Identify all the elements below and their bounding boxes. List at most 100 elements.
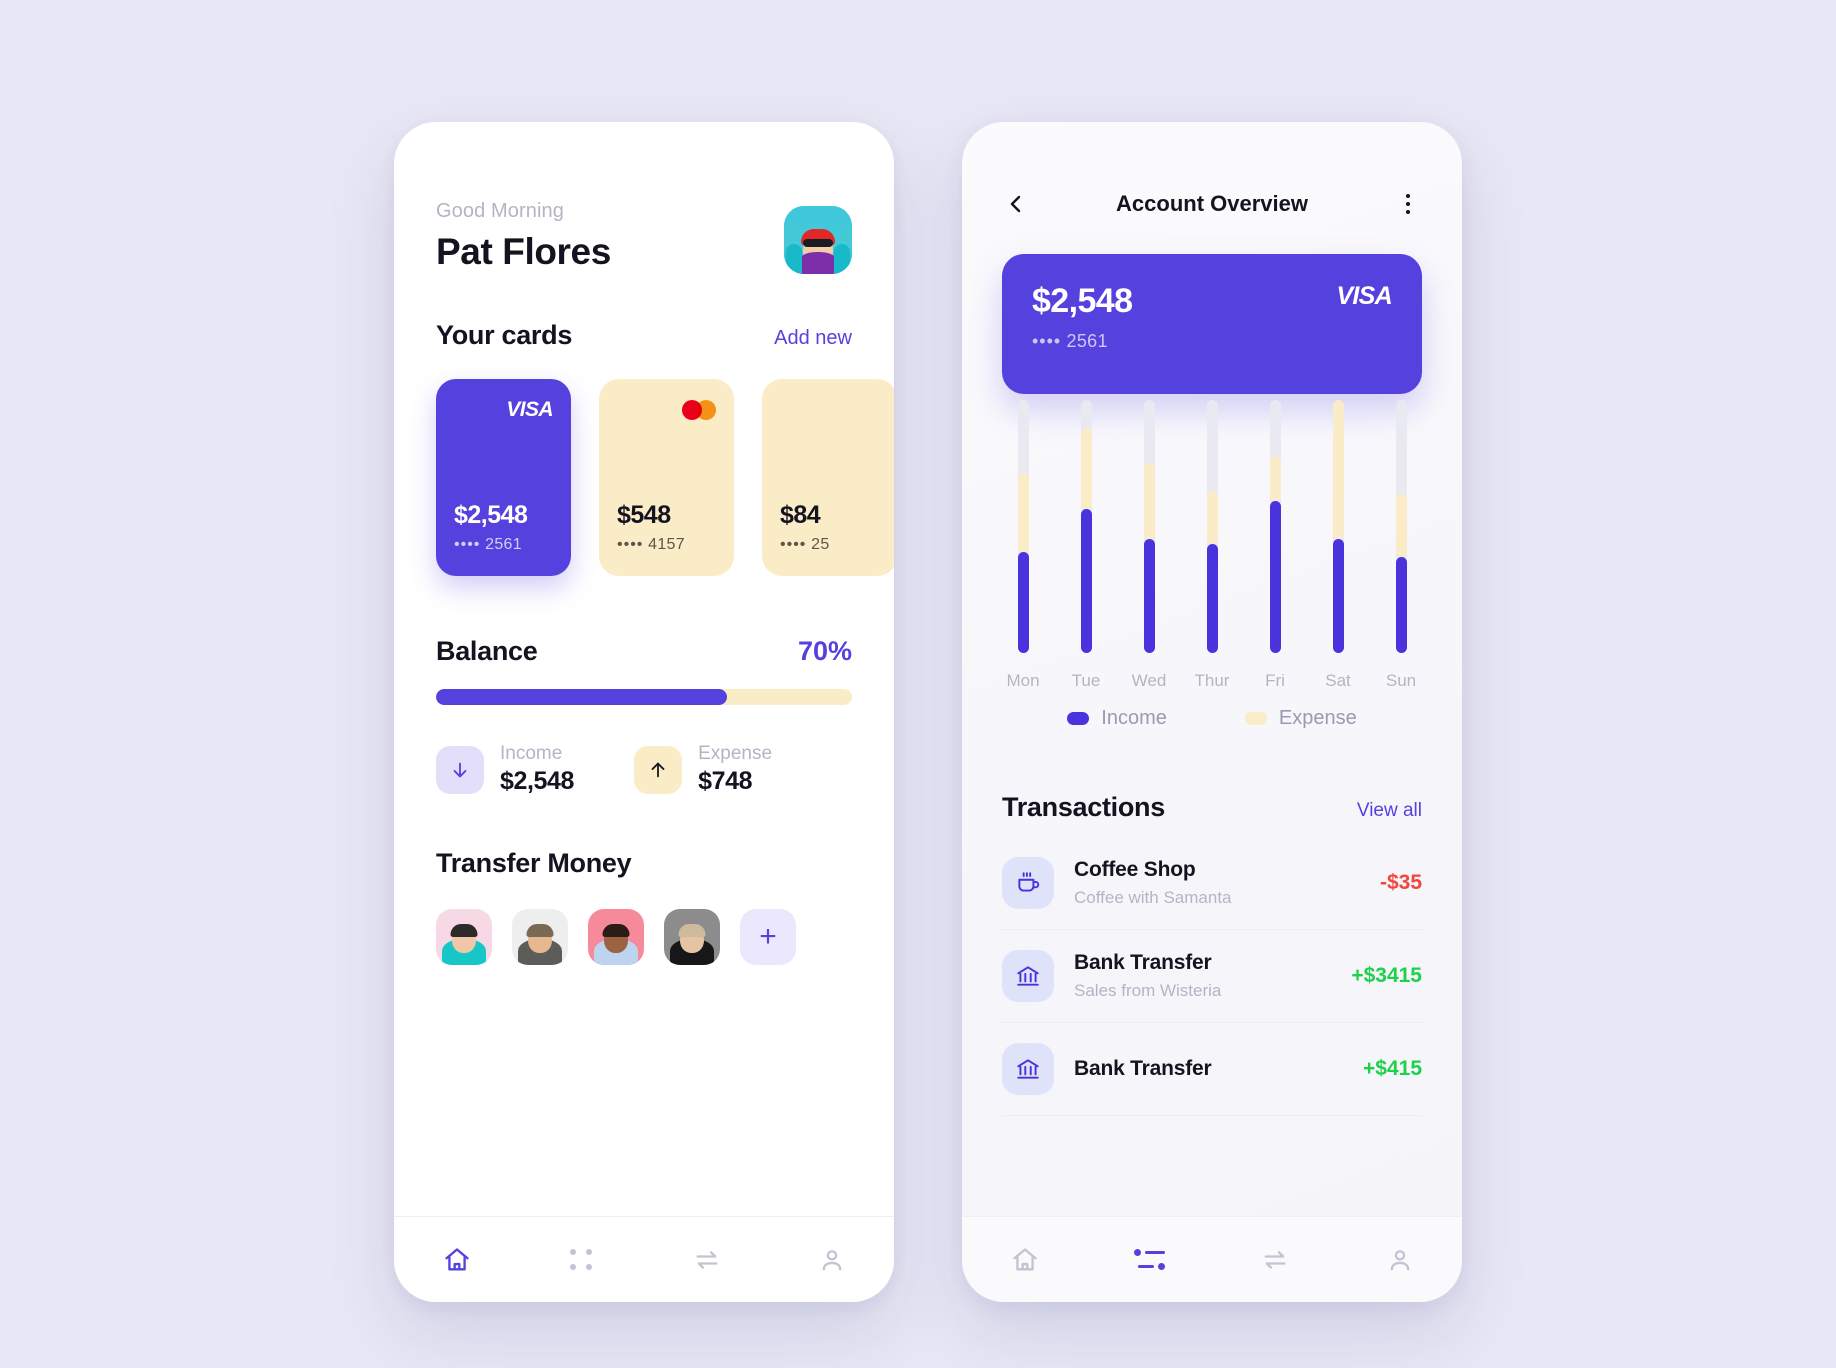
chart-bar-income [1080,508,1092,653]
back-button[interactable] [1002,190,1030,218]
expense-text: Expense $748 [698,743,772,796]
transaction-amount: -$35 [1379,871,1422,894]
account-balance-card[interactable]: $2,548 VISA •••• 2561 [1002,254,1422,394]
transaction-row[interactable]: Bank Transfer +$415 [1002,1023,1422,1116]
arrow-up-icon [634,745,683,794]
page-title: Account Overview [1116,191,1308,216]
income-block: Income $2,548 [436,743,574,796]
card-last4: 4157 [648,536,685,553]
add-contact-button[interactable]: + [740,909,796,965]
transactions-header: Transactions View all [1002,792,1422,823]
home-padding-lower: Balance 70% Income $2,548 Expense $748 T… [394,636,894,965]
nav-transfer-icon[interactable] [679,1237,735,1283]
card-item-mastercard[interactable]: $548 •••• 4157 [599,379,734,576]
chart-bar-expense [1269,455,1281,502]
contact-avatar[interactable] [436,909,492,965]
contact-avatar[interactable] [664,909,720,965]
transfer-contacts-row[interactable]: + [436,909,852,965]
chart-bar-column: Tue [1065,400,1107,691]
chart-bar-expense [1332,400,1344,540]
account-card-row: $2,548 VISA [1032,282,1393,321]
card-dots: •••• [454,536,481,553]
card-last4: 2561 [485,536,522,553]
card-brand-row: VISA [454,398,553,421]
avatar[interactable] [784,206,852,274]
greeting-row: Good Morning Pat Flores [436,122,852,274]
chart-bar-income [1143,539,1155,653]
chart-bar-label: Mon [1006,671,1040,690]
bank-icon [1002,1043,1054,1095]
stats-icon [1134,1249,1165,1270]
expense-value: $748 [698,767,753,795]
visa-logo: VISA [506,398,553,421]
bottom-nav-overview[interactable] [962,1216,1462,1302]
card-brand-row [780,399,879,421]
balance-title: Balance [436,636,538,666]
card-dots: •••• [780,536,807,553]
chart-bar-expense [1017,473,1029,552]
nav-transfer-icon[interactable] [1247,1237,1303,1283]
card-item-visa[interactable]: VISA $2,548 •••• 2561 [436,379,571,576]
legend-swatch-income [1067,712,1090,725]
home-screen-content: Good Morning Pat Flores Your cards Add n… [394,122,894,1302]
chart-bar-track [1143,400,1155,653]
balance-percent: 70% [797,636,852,666]
cards-section-header: Your cards Add new [436,320,852,351]
transaction-name: Coffee Shop [1074,858,1196,881]
contact-avatar-art [512,909,568,965]
transaction-amount: +$415 [1363,1057,1422,1080]
card-dots: •••• [617,536,644,553]
weekly-chart: Mon Tue Wed Thur Fri Sat Sun Income Expense [1002,400,1422,738]
cards-carousel[interactable]: VISA $2,548 •••• 2561 $548 •••• 4157 $84… [394,379,894,576]
chart-bar-label: Sun [1385,671,1417,690]
contact-avatar[interactable] [588,909,644,965]
mastercard-logo [682,400,716,420]
chart-bar-income [1269,501,1281,653]
card-info: $548 •••• 4157 [617,501,716,554]
contact-avatar[interactable] [512,909,568,965]
expense-block: Expense $748 [634,743,772,796]
nav-profile-icon[interactable] [804,1237,860,1283]
chart-bar-track [1206,400,1218,653]
transaction-row[interactable]: Bank Transfer Sales from Wisteria +$3415 [1002,930,1422,1023]
bank-icon [1002,950,1054,1002]
nav-home-icon[interactable] [997,1237,1053,1283]
bottom-nav-home[interactable] [394,1216,894,1302]
chart-bar-label: Fri [1265,671,1285,690]
contact-avatar-art [436,909,492,965]
nav-home-icon[interactable] [429,1237,485,1283]
chart-bar-track [1269,400,1281,653]
overview-top-bar: Account Overview [1002,122,1422,218]
nav-profile-icon[interactable] [1372,1237,1428,1283]
nav-grid-icon[interactable] [554,1237,610,1283]
overview-screen-content: Account Overview $2,548 VISA •••• 2561 M… [962,122,1462,1302]
balance-progress-fill [436,689,728,705]
kebab-menu-icon[interactable] [1394,190,1422,218]
transfer-header: Transfer Money [436,848,852,879]
card-info: $2,548 •••• 2561 [454,501,553,554]
greeting-block: Good Morning Pat Flores [436,200,611,273]
chart-bar-expense [1395,493,1407,557]
chart-bar-track [1395,400,1407,653]
chart-bar-label: Wed [1131,671,1167,690]
account-balance-amount: $2,548 [1032,282,1133,320]
coffee-cup-icon [1002,857,1054,909]
legend-item-expense: Expense [1244,707,1357,730]
contact-avatar-art [588,909,644,965]
transaction-row[interactable]: Coffee Shop Coffee with Samanta -$35 [1002,837,1422,930]
user-name: Pat Flores [436,231,611,272]
chart-bar-column: Thur [1191,400,1233,691]
nav-stats-icon[interactable] [1122,1237,1178,1283]
chart-bar-column: Sun [1380,400,1422,691]
income-value: $2,548 [500,767,575,795]
expense-label: Expense [698,743,773,764]
transfer-title: Transfer Money [436,848,632,878]
card-last4: 2561 [1066,331,1108,351]
view-all-link[interactable]: View all [1357,800,1422,822]
chart-bar-column: Mon [1002,400,1044,691]
add-new-card-link[interactable]: Add new [774,327,852,350]
card-item-third[interactable]: $84 •••• 25 [762,379,894,576]
card-number: •••• 2561 [454,536,553,554]
chart-bar-column: Sat [1317,400,1359,691]
visa-logo: VISA [1336,282,1392,310]
